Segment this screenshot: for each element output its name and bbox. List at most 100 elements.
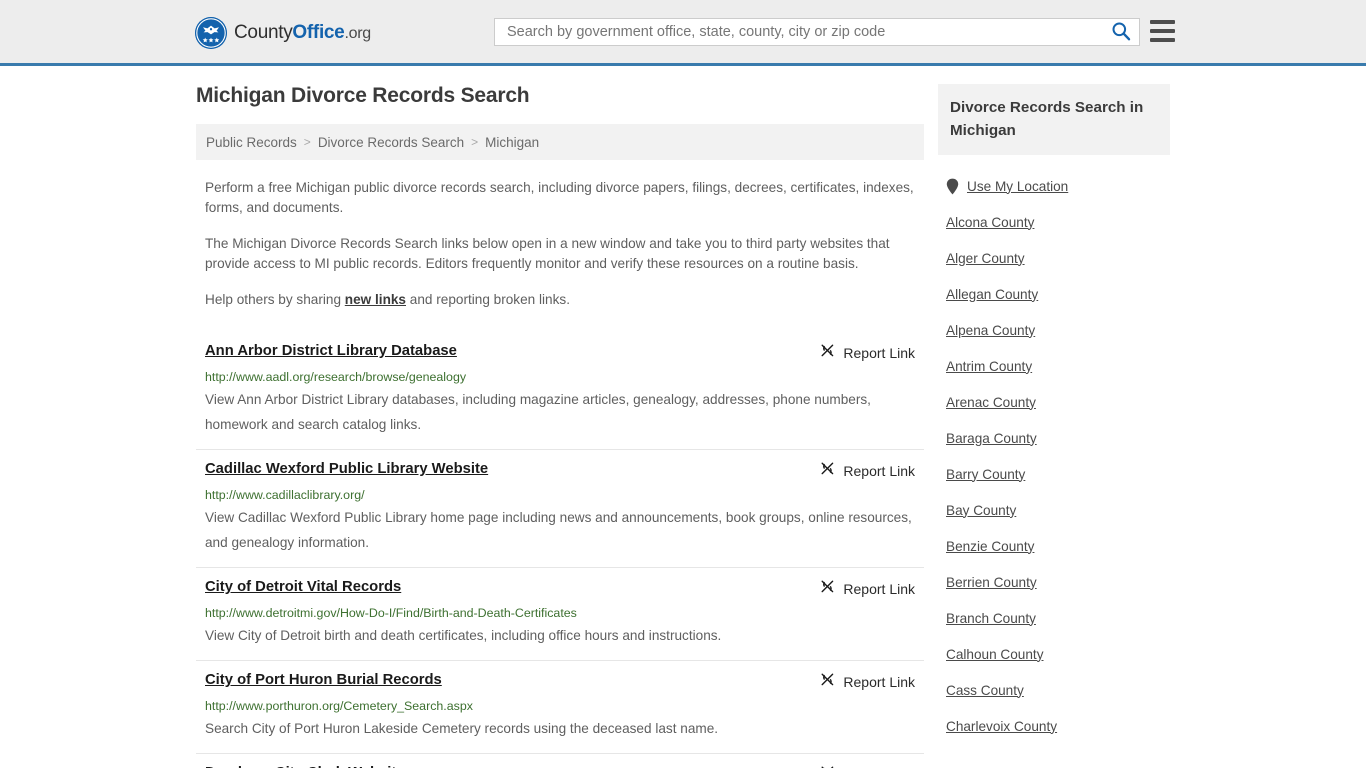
sidebar-item-label: Berrien County [946, 574, 1037, 590]
hamburger-menu-icon[interactable] [1150, 20, 1175, 42]
result-url[interactable]: http://www.cadillaclibrary.org/ [205, 487, 915, 503]
hamburger-bar-1 [1150, 20, 1175, 24]
site-logo[interactable]: CountyOffice.org [195, 17, 371, 49]
report-link-button[interactable]: Report Link [819, 764, 915, 768]
sidebar-item-alpena-county[interactable]: Alpena County [938, 312, 1170, 348]
sidebar-item-berrien-county[interactable]: Berrien County [938, 564, 1170, 600]
sidebar-item-calhoun-county[interactable]: Calhoun County [938, 636, 1170, 672]
sidebar-item-arenac-county[interactable]: Arenac County [938, 384, 1170, 420]
page-title: Michigan Divorce Records Search [196, 84, 530, 107]
intro-paragraph-3: Help others by sharing new links and rep… [205, 290, 915, 310]
result-item: Dearborn City Clerk Website Report Link … [196, 754, 924, 768]
breadcrumb-separator-icon: > [471, 135, 479, 149]
breadcrumb-item-public-records[interactable]: Public Records [206, 135, 297, 150]
result-title-link[interactable]: Cadillac Wexford Public Library Website [205, 459, 488, 479]
sidebar-item-label: Alpena County [946, 322, 1036, 338]
sidebar-item-barry-county[interactable]: Barry County [938, 456, 1170, 492]
sidebar-item-cass-county[interactable]: Cass County [938, 672, 1170, 708]
breadcrumb-item-michigan[interactable]: Michigan [485, 135, 539, 150]
broken-link-icon [819, 342, 836, 364]
sidebar-item-baraga-county[interactable]: Baraga County [938, 420, 1170, 456]
intro-p3-after: and reporting broken links. [406, 292, 570, 307]
result-description: View Cadillac Wexford Public Library hom… [205, 510, 912, 550]
sidebar-item-label: Alger County [946, 250, 1025, 266]
report-link-label: Report Link [843, 674, 915, 690]
result-description: View City of Detroit birth and death cer… [205, 628, 722, 643]
search-icon [1111, 21, 1131, 44]
logo-wordmark: CountyOffice.org [234, 22, 371, 44]
sidebar-item-alger-county[interactable]: Alger County [938, 240, 1170, 276]
breadcrumb-item-divorce-records-search[interactable]: Divorce Records Search [318, 135, 464, 150]
broken-link-icon [819, 764, 836, 768]
report-link-label: Report Link [843, 463, 915, 479]
sidebar-item-label: Arenac County [946, 394, 1036, 410]
result-title-link[interactable]: City of Detroit Vital Records [205, 577, 401, 597]
result-item: Cadillac Wexford Public Library Website … [196, 450, 924, 568]
sidebar-item-label: Benzie County [946, 538, 1035, 554]
report-link-button[interactable]: Report Link [819, 671, 915, 693]
sidebar-item-label: Antrim County [946, 358, 1033, 374]
sidebar-item-benzie-county[interactable]: Benzie County [938, 528, 1170, 564]
logo-text-county: County [234, 22, 293, 43]
sidebar-item-alcona-county[interactable]: Alcona County [938, 204, 1170, 240]
result-item: City of Detroit Vital Records Report Lin… [196, 568, 924, 661]
sidebar-item-label: Baraga County [946, 430, 1037, 446]
result-title-link[interactable]: City of Port Huron Burial Records [205, 670, 442, 690]
breadcrumb-separator-icon: > [303, 135, 311, 149]
broken-link-icon [819, 671, 836, 693]
sidebar-item-label: Branch County [946, 610, 1036, 626]
sidebar-item-bay-county[interactable]: Bay County [938, 492, 1170, 528]
hamburger-bar-2 [1150, 29, 1175, 33]
logo-text-org: .org [344, 25, 371, 42]
intro-paragraph-1: Perform a free Michigan public divorce r… [205, 180, 914, 215]
search-button[interactable] [1109, 21, 1133, 44]
sidebar: Divorce Records Search in Michigan Use M… [938, 84, 1170, 744]
results-list: Ann Arbor District Library Database Repo… [196, 332, 924, 768]
sidebar-item-label: Calhoun County [946, 646, 1044, 662]
result-header: Ann Arbor District Library Database Repo… [205, 341, 915, 364]
sidebar-item-label: Allegan County [946, 286, 1039, 302]
sidebar-item-label: Use My Location [967, 178, 1069, 194]
search-input[interactable] [505, 19, 1109, 45]
sidebar-item-use-my-location[interactable]: Use My Location [938, 168, 1170, 204]
intro-p3-before: Help others by sharing [205, 292, 345, 307]
new-links-link[interactable]: new links [345, 292, 406, 307]
report-link-label: Report Link [843, 581, 915, 597]
report-link-button[interactable]: Report Link [819, 578, 915, 600]
result-description: View Ann Arbor District Library database… [205, 392, 871, 432]
sidebar-heading: Divorce Records Search in Michigan [938, 84, 1170, 155]
result-header: City of Port Huron Burial Records Report… [205, 670, 915, 693]
result-url[interactable]: http://www.porthuron.org/Cemetery_Search… [205, 698, 915, 714]
search-bar[interactable] [494, 18, 1140, 46]
hamburger-bar-3 [1150, 38, 1175, 42]
report-link-button[interactable]: Report Link [819, 342, 915, 364]
result-header: Dearborn City Clerk Website Report Link [205, 763, 915, 768]
sidebar-item-label: Cass County [946, 682, 1024, 698]
sidebar-item-label: Barry County [946, 466, 1026, 482]
map-pin-icon [946, 178, 959, 195]
sidebar-county-list: Use My Location Alcona County Alger Coun… [938, 168, 1170, 744]
result-header: Cadillac Wexford Public Library Website … [205, 459, 915, 482]
result-item: Ann Arbor District Library Database Repo… [196, 332, 924, 450]
result-description: Search City of Port Huron Lakeside Cemet… [205, 721, 719, 736]
sidebar-item-label: Bay County [946, 502, 1017, 518]
report-link-button[interactable]: Report Link [819, 460, 915, 482]
site-header: CountyOffice.org [0, 0, 1366, 66]
result-url[interactable]: http://www.aadl.org/research/browse/gene… [205, 369, 915, 385]
sidebar-item-label: Charlevoix County [946, 718, 1058, 734]
broken-link-icon [819, 460, 836, 482]
broken-link-icon [819, 578, 836, 600]
result-url[interactable]: http://www.detroitmi.gov/How-Do-I/Find/B… [205, 605, 915, 621]
result-title-link[interactable]: Dearborn City Clerk Website [205, 763, 405, 768]
sidebar-item-allegan-county[interactable]: Allegan County [938, 276, 1170, 312]
result-title-link[interactable]: Ann Arbor District Library Database [205, 341, 457, 361]
logo-text-office: Office [292, 22, 345, 43]
sidebar-item-label: Alcona County [946, 214, 1035, 230]
eagle-seal-icon [195, 17, 227, 49]
result-header: City of Detroit Vital Records Report Lin… [205, 577, 915, 600]
report-link-label: Report Link [843, 345, 915, 361]
sidebar-item-charlevoix-county[interactable]: Charlevoix County [938, 708, 1170, 744]
breadcrumb: Public Records > Divorce Records Search … [196, 124, 924, 160]
sidebar-item-antrim-county[interactable]: Antrim County [938, 348, 1170, 384]
sidebar-item-branch-county[interactable]: Branch County [938, 600, 1170, 636]
